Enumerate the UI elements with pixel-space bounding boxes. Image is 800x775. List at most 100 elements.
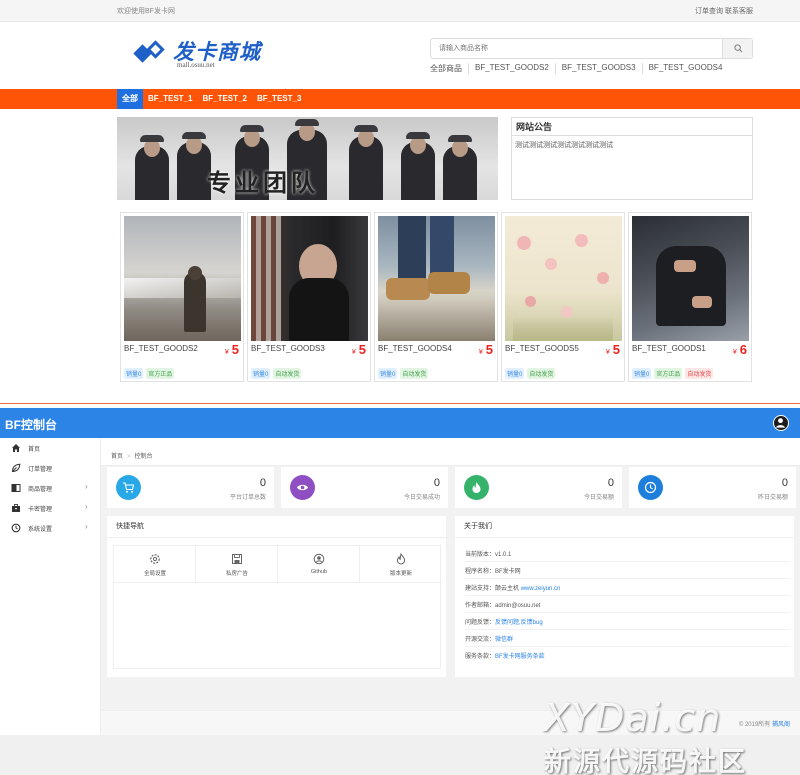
nav-bf-test-2[interactable]: BF_TEST_2 bbox=[197, 89, 251, 109]
category-nav: 全部 BF_TEST_1 BF_TEST_2 BF_TEST_3 bbox=[0, 89, 800, 109]
goods-image[interactable] bbox=[505, 216, 622, 341]
tag-sales: 销量0 bbox=[124, 368, 144, 379]
quick-nav-title: 快捷导航 bbox=[107, 516, 446, 538]
admin-header: BF控制台 bbox=[0, 408, 800, 438]
nav-all[interactable]: 全部 bbox=[117, 89, 143, 109]
about-email: 作者邮箱：admin@osuu.net bbox=[465, 596, 790, 613]
search-icon bbox=[734, 44, 743, 53]
site-logo[interactable]: 发卡商城 mall.osuu.net bbox=[133, 35, 263, 71]
tag-sales: 销量0 bbox=[251, 368, 271, 379]
watermark: XYDai.cn 新源代源码社区 bbox=[544, 696, 800, 775]
sidebar-item-cards[interactable]: 卡密管理 › bbox=[0, 498, 101, 518]
sidebar-item-home[interactable]: 首页 bbox=[0, 438, 101, 458]
logo-diamond-icon bbox=[133, 40, 165, 63]
sidebar-item-orders[interactable]: 订单管理 bbox=[0, 458, 101, 478]
quick-ads[interactable]: 私房广告 bbox=[196, 546, 278, 583]
quick-nav-panel: 快捷导航 全局设置 私房广告 Github 版本更新 bbox=[107, 516, 446, 677]
goods-card[interactable]: BF_TEST_GOODS3 ¥5 销量0 自动发货 bbox=[247, 212, 371, 382]
nav-bf-test-3[interactable]: BF_TEST_3 bbox=[252, 89, 306, 109]
goods-image[interactable] bbox=[251, 216, 368, 341]
goods-card[interactable]: BF_TEST_GOODS4 ¥5 销量0 自动发货 bbox=[374, 212, 498, 382]
goods-price: ¥6 bbox=[732, 342, 747, 357]
sidebar-item-goods[interactable]: 商品管理 › bbox=[0, 478, 101, 498]
goods-name: BF_TEST_GOODS1 bbox=[632, 344, 706, 353]
hosting-link[interactable]: www.zeiyun.cn bbox=[521, 586, 561, 592]
fire-icon bbox=[472, 482, 481, 493]
about-program-name: 程序名称：BF发卡网 bbox=[465, 562, 790, 579]
quick-global-settings[interactable]: 全局设置 bbox=[114, 546, 196, 583]
goods-image[interactable] bbox=[124, 216, 241, 341]
sidebar-item-settings[interactable]: 系统设置 › bbox=[0, 518, 101, 538]
goods-card[interactable]: BF_TEST_GOODS5 ¥5 销量0 自动发货 bbox=[501, 212, 625, 382]
stat-card-orders: 0 平台订单总数 bbox=[107, 467, 274, 508]
tag-auto-delivery: 自动发货 bbox=[527, 368, 556, 379]
terms-link[interactable]: BF发卡网服务条款 bbox=[495, 654, 545, 660]
stat-card-yesterday-amount: 0 昨日交易额 bbox=[629, 467, 796, 508]
fire-icon bbox=[396, 553, 406, 565]
home-icon bbox=[12, 444, 20, 452]
tag-sales: 销量0 bbox=[505, 368, 525, 379]
about-community: 开源交流：微信群 bbox=[465, 630, 790, 647]
about-version: 当前版本：v1.0.1 bbox=[465, 545, 790, 562]
stat-card-today-amount: 0 今日交易额 bbox=[455, 467, 622, 508]
goods-price: ¥5 bbox=[478, 342, 493, 357]
logo-subtitle: mall.osuu.net bbox=[177, 61, 215, 69]
cart-icon bbox=[123, 482, 135, 493]
about-panel: 关于我们 当前版本：v1.0.1 程序名称：BF发卡网 建站支持：颠云主机 ww… bbox=[455, 516, 794, 677]
nav-bf-test-1[interactable]: BF_TEST_1 bbox=[143, 89, 197, 109]
goods-card[interactable]: BF_TEST_GOODS1 ¥6 销量0 官方正品 自动发货 bbox=[628, 212, 752, 382]
goods-card[interactable]: BF_TEST_GOODS2 ¥5 销量0 官方正品 bbox=[120, 212, 244, 382]
top-bar: 欢迎使用BF发卡网 订单查询 联系客服 bbox=[0, 0, 800, 22]
quicklink-goods3[interactable]: BF_TEST_GOODS3 bbox=[554, 63, 642, 74]
about-title: 关于我们 bbox=[455, 516, 794, 538]
breadcrumb: 首页 > 控制台 bbox=[101, 438, 800, 466]
search-button[interactable] bbox=[722, 39, 752, 58]
stat-value: 0 bbox=[433, 477, 440, 489]
top-links[interactable]: 订单查询 联系客服 bbox=[695, 6, 753, 16]
goods-price: ¥5 bbox=[605, 342, 620, 357]
quicklink-all[interactable]: 全部商品 bbox=[430, 63, 468, 74]
tag-auto-delivery: 自动发货 bbox=[273, 368, 302, 379]
gear-icon bbox=[150, 554, 160, 564]
user-avatar[interactable] bbox=[773, 415, 789, 431]
chevron-right-icon: › bbox=[85, 502, 88, 511]
quick-github[interactable]: Github bbox=[278, 546, 360, 583]
tag-auto-delivery: 自动发货 bbox=[400, 368, 429, 379]
section-divider bbox=[0, 403, 800, 404]
stat-caption: 今日交易成功 bbox=[403, 495, 440, 501]
save-icon bbox=[232, 554, 242, 564]
stat-value: 0 bbox=[607, 477, 614, 489]
clock-icon bbox=[11, 523, 21, 533]
watermark-domain: XYDai.cn bbox=[544, 696, 722, 740]
chevron-right-icon: › bbox=[85, 522, 88, 531]
tag-auto-delivery: 自动发货 bbox=[685, 368, 714, 379]
feedback-link[interactable]: 反馈问题,反馈bug bbox=[495, 620, 543, 626]
breadcrumb-home[interactable]: 首页 bbox=[111, 454, 123, 460]
quicklink-goods2[interactable]: BF_TEST_GOODS2 bbox=[468, 63, 555, 74]
search-quicklinks: 全部商品 BF_TEST_GOODS2 BF_TEST_GOODS3 BF_TE… bbox=[430, 63, 728, 74]
stat-icon-circle bbox=[464, 475, 489, 500]
tag-official: 官方正品 bbox=[146, 368, 175, 379]
stat-caption: 平台订单总数 bbox=[229, 495, 266, 501]
goods-image[interactable] bbox=[378, 216, 495, 341]
stat-caption: 今日交易额 bbox=[583, 495, 614, 501]
banner-image[interactable]: 专业团队 bbox=[117, 117, 498, 200]
banner-slogan: 专业团队 bbox=[207, 169, 319, 197]
tag-sales: 销量0 bbox=[378, 368, 398, 379]
goods-image[interactable] bbox=[632, 216, 749, 341]
chevron-right-icon: › bbox=[85, 482, 88, 491]
clock-icon bbox=[644, 481, 657, 494]
eye-icon bbox=[297, 484, 308, 491]
admin-brand[interactable]: BF控制台 bbox=[5, 416, 57, 433]
goods-price: ¥5 bbox=[224, 342, 239, 357]
goods-price: ¥5 bbox=[351, 342, 366, 357]
stat-value: 0 bbox=[781, 477, 788, 489]
quicklink-goods4[interactable]: BF_TEST_GOODS4 bbox=[641, 63, 729, 74]
wechat-group-link[interactable]: 微信群 bbox=[495, 637, 513, 643]
goods-name: BF_TEST_GOODS5 bbox=[505, 344, 579, 353]
about-hosting: 建站支持：颠云主机 www.zeiyun.cn bbox=[465, 579, 790, 596]
search-input[interactable] bbox=[431, 39, 723, 58]
stat-caption: 昨日交易额 bbox=[757, 495, 788, 501]
quick-version-update[interactable]: 版本更新 bbox=[360, 546, 442, 583]
stat-icon-circle bbox=[638, 475, 663, 500]
